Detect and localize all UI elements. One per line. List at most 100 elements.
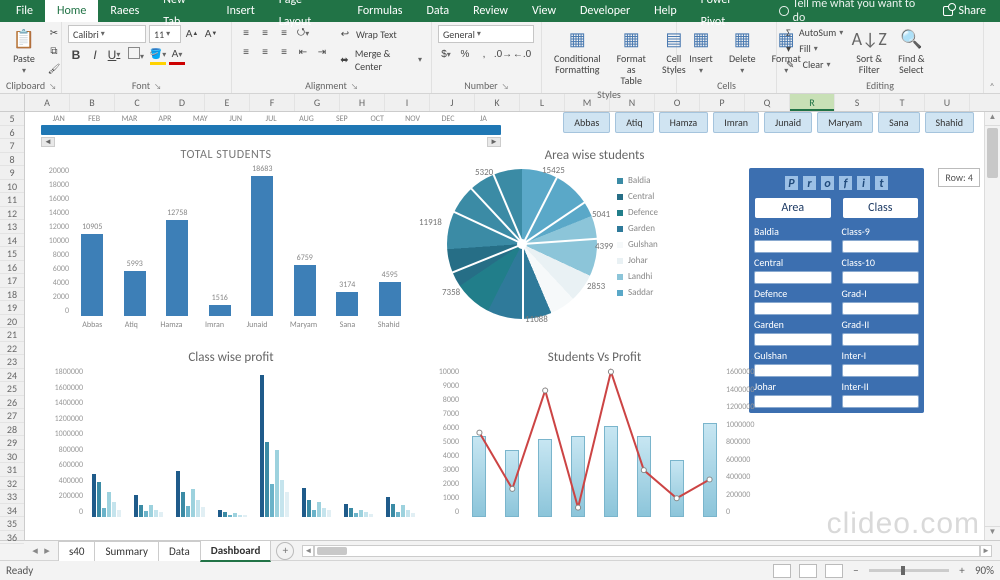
row-header-25[interactable]: 25: [0, 382, 24, 396]
col-header-H[interactable]: H: [340, 94, 385, 111]
row-header-23[interactable]: 23: [0, 355, 24, 369]
row-header-16[interactable]: 16: [0, 261, 24, 275]
sheet-tab-s40[interactable]: s40: [58, 541, 95, 561]
row-header-18[interactable]: 18: [0, 288, 24, 302]
chart-class-profit[interactable]: Class wise profit 1800000160000014000001…: [41, 350, 421, 530]
profit-class-grad-i[interactable]: Grad-I: [842, 287, 920, 315]
autosum-button[interactable]: Σ AutoSum▾: [783, 25, 846, 40]
col-header-O[interactable]: O: [655, 94, 700, 111]
row-header-20[interactable]: 20: [0, 315, 24, 329]
row-header-13[interactable]: 13: [0, 220, 24, 234]
col-header-N[interactable]: N: [610, 94, 655, 111]
sheet-nav-prev[interactable]: ◂: [30, 544, 40, 557]
font-color-button[interactable]: A▾: [169, 47, 185, 63]
sheet-tab-dashboard[interactable]: Dashboard: [200, 540, 272, 562]
col-header-S[interactable]: S: [835, 94, 880, 111]
timeline-slicer[interactable]: JANFEBMARAPRMAYJUNJULAUGSEPOCTNOVDECJA ◄…: [41, 114, 501, 138]
delete-cells-button[interactable]: ▦Delete▾: [723, 25, 762, 79]
hscroll-right[interactable]: ►: [980, 545, 992, 557]
col-header-E[interactable]: E: [205, 94, 250, 111]
tab-raees[interactable]: Raees: [98, 0, 151, 22]
tab-developer[interactable]: Developer: [568, 0, 642, 22]
row-header-34[interactable]: 34: [0, 504, 24, 518]
col-header-B[interactable]: B: [70, 94, 115, 111]
font-name-combo[interactable]: Calibri▾: [68, 25, 146, 43]
col-header-U[interactable]: U: [925, 94, 970, 111]
timeline-prev-button[interactable]: ◄: [41, 137, 55, 147]
row-header-21[interactable]: 21: [0, 328, 24, 342]
slicer-chip-hamza[interactable]: Hamza: [659, 112, 709, 133]
row-header-12[interactable]: 12: [0, 207, 24, 221]
row-header-14[interactable]: 14: [0, 234, 24, 248]
decrease-decimal-button[interactable]: ←.0: [514, 46, 530, 62]
zoom-slider[interactable]: [869, 569, 949, 572]
col-header-K[interactable]: K: [475, 94, 520, 111]
number-dialog-launcher[interactable]: [498, 79, 509, 92]
vertical-scrollbar[interactable]: ▲ ▼: [984, 112, 1000, 540]
orientation-button[interactable]: ⭯▾: [295, 25, 311, 41]
fill-color-button[interactable]: 🪣▾: [150, 47, 166, 63]
align-middle-button[interactable]: ≡: [257, 25, 273, 41]
tab-file[interactable]: File: [4, 0, 45, 22]
profit-area-central[interactable]: Central: [754, 256, 832, 284]
cut-button[interactable]: ✂: [46, 25, 62, 41]
slicer-chip-imran[interactable]: Imran: [713, 112, 759, 133]
row-header-10[interactable]: 10: [0, 180, 24, 194]
accounting-format-button[interactable]: $▾: [438, 46, 454, 62]
bold-button[interactable]: B: [68, 47, 84, 63]
col-header-C[interactable]: C: [115, 94, 160, 111]
row-header-27[interactable]: 27: [0, 409, 24, 423]
zoom-out-button[interactable]: −: [851, 564, 861, 577]
hscroll-left[interactable]: ◄: [302, 545, 314, 557]
row-header-26[interactable]: 26: [0, 396, 24, 410]
row-header-31[interactable]: 31: [0, 463, 24, 477]
share-button[interactable]: Share: [933, 4, 996, 18]
col-header-I[interactable]: I: [385, 94, 430, 111]
insert-cells-button[interactable]: ▦Insert▾: [683, 25, 719, 79]
decrease-indent-button[interactable]: ⇤: [295, 44, 311, 60]
align-bottom-button[interactable]: ≡: [276, 25, 292, 41]
row-header-24[interactable]: 24: [0, 369, 24, 383]
view-pagelayout-button[interactable]: [799, 564, 817, 578]
col-header-G[interactable]: G: [295, 94, 340, 111]
row-header-35[interactable]: 35: [0, 517, 24, 531]
chart-students-vs-profit[interactable]: Students Vs Profit 100009000800070006000…: [427, 350, 762, 530]
align-center-button[interactable]: ≡: [257, 44, 273, 60]
increase-font-button[interactable]: A▲: [184, 26, 200, 42]
sheet-canvas[interactable]: JANFEBMARAPRMAYJUNJULAUGSEPOCTNOVDECJA ◄…: [25, 112, 984, 540]
row-header-15[interactable]: 15: [0, 247, 24, 261]
align-right-button[interactable]: ≡: [276, 44, 292, 60]
row-header-11[interactable]: 11: [0, 193, 24, 207]
col-header-L[interactable]: L: [520, 94, 565, 111]
collapse-ribbon-button[interactable]: ˄: [984, 22, 1000, 93]
row-header-32[interactable]: 32: [0, 477, 24, 491]
row-header-17[interactable]: 17: [0, 274, 24, 288]
find-select-button[interactable]: 🔍Find & Select: [892, 25, 930, 77]
row-header-7[interactable]: 7: [0, 139, 24, 153]
row-header-5[interactable]: 5: [0, 112, 24, 126]
row-header-30[interactable]: 30: [0, 450, 24, 464]
row-header-36[interactable]: 36: [0, 531, 24, 545]
profit-class-button[interactable]: Class: [842, 197, 920, 219]
italic-button[interactable]: I: [87, 47, 103, 63]
clear-button[interactable]: ✎ Clear▾: [783, 57, 846, 72]
sheet-tab-summary[interactable]: Summary: [94, 541, 159, 561]
underline-button[interactable]: U▾: [106, 47, 122, 63]
row-header-9[interactable]: 9: [0, 166, 24, 180]
profit-class-class-10[interactable]: Class-10: [842, 256, 920, 284]
font-size-combo[interactable]: 11▾: [149, 25, 181, 43]
tab-view[interactable]: View: [520, 0, 568, 22]
row-header-8[interactable]: 8: [0, 153, 24, 167]
col-header-F[interactable]: F: [250, 94, 295, 111]
slicer-chip-shahid[interactable]: Shahid: [925, 112, 974, 133]
horizontal-scrollbar[interactable]: ◄ ►: [302, 545, 992, 557]
profit-class-inter-ii[interactable]: Inter-II: [842, 380, 920, 408]
col-header-T[interactable]: T: [880, 94, 925, 111]
slicer-chip-junaid[interactable]: Junaid: [764, 112, 812, 133]
col-header-Q[interactable]: Q: [745, 94, 790, 111]
clipboard-dialog-launcher[interactable]: [45, 79, 56, 92]
tab-formulas[interactable]: Formulas: [346, 0, 415, 22]
merge-center-button[interactable]: ⬌Merge & Center▾: [334, 46, 425, 74]
profit-class-class-9[interactable]: Class-9: [842, 225, 920, 253]
row-header-28[interactable]: 28: [0, 423, 24, 437]
